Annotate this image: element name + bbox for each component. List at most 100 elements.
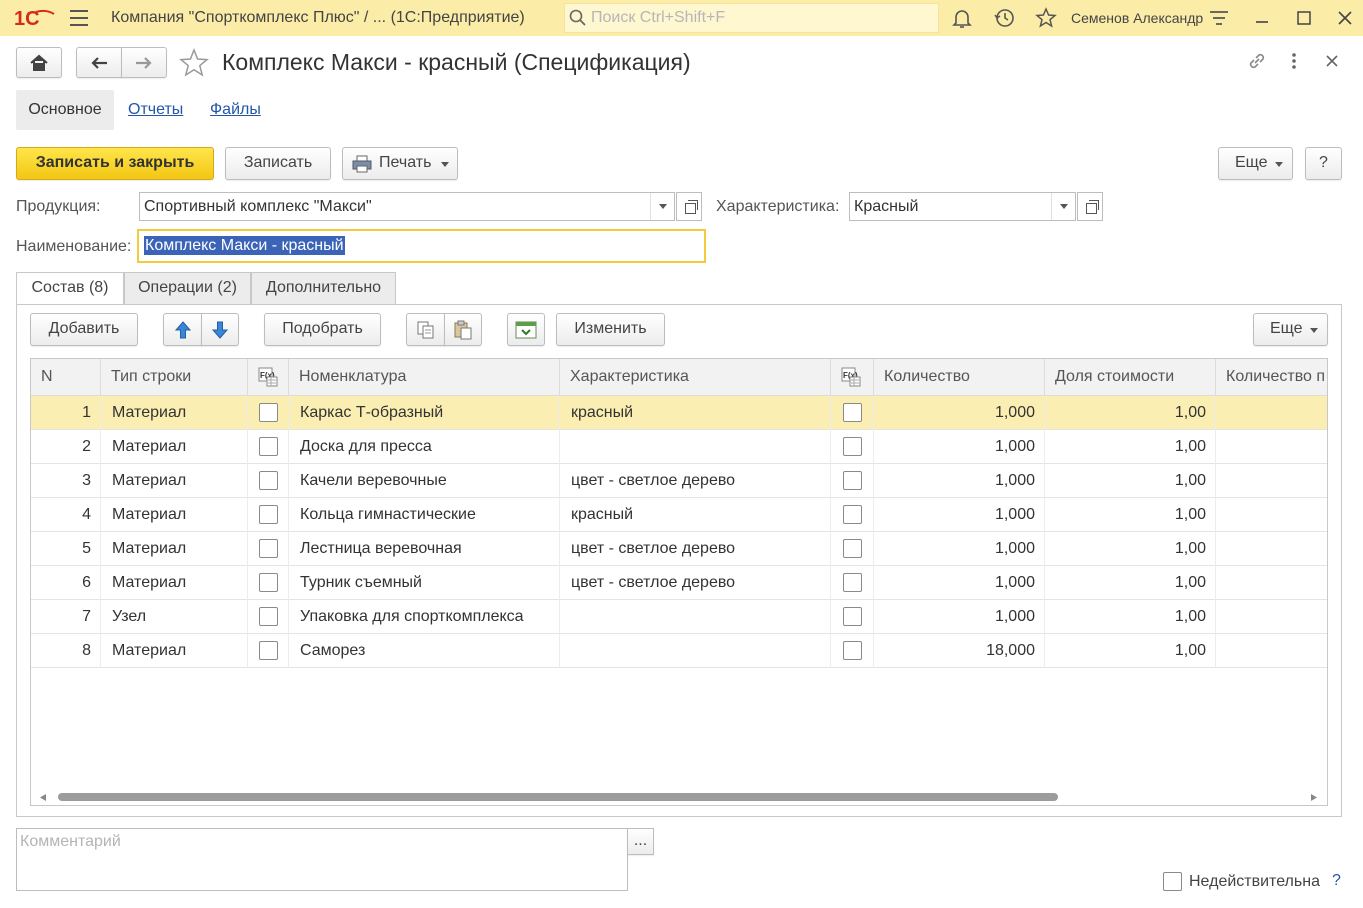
- row-nomenclature[interactable]: Каркас Т-образный: [300, 396, 555, 429]
- name-input[interactable]: Комплекс Макси - красный: [137, 229, 706, 263]
- row-nomenclature[interactable]: Турник съемный: [300, 566, 555, 599]
- row-checkbox-1[interactable]: [259, 573, 278, 592]
- row-type[interactable]: Материал: [112, 498, 242, 531]
- row-nomenclature[interactable]: Упаковка для спорткомплекса: [300, 600, 555, 633]
- link-icon[interactable]: [1246, 50, 1268, 72]
- add-row-button[interactable]: Добавить: [30, 313, 138, 346]
- col-n[interactable]: N: [31, 359, 101, 396]
- table-row[interactable]: 6 Материал Турник съемный цвет - светлое де…: [31, 566, 1327, 600]
- row-cost-share[interactable]: 1,00: [1045, 430, 1206, 463]
- characteristic-field[interactable]: Красный: [849, 192, 1076, 221]
- product-open-icon[interactable]: [676, 192, 702, 221]
- row-nomenclature[interactable]: Лестница веревочная: [300, 532, 555, 565]
- row-type[interactable]: Узел: [112, 600, 242, 633]
- back-button[interactable]: [76, 47, 122, 78]
- row-checkbox-1[interactable]: [259, 403, 278, 422]
- row-characteristic[interactable]: цвет - светлое дерево: [571, 566, 826, 599]
- row-checkbox-2[interactable]: [843, 607, 862, 626]
- row-quantity[interactable]: 1,000: [874, 464, 1035, 497]
- characteristic-open-icon[interactable]: [1077, 192, 1103, 221]
- row-quantity[interactable]: 1,000: [874, 396, 1035, 429]
- row-characteristic[interactable]: [571, 634, 826, 667]
- favorite-star-icon[interactable]: [178, 47, 210, 79]
- 1c-logo-icon[interactable]: 1С: [14, 6, 56, 30]
- paste-button[interactable]: [444, 313, 482, 346]
- scroll-left-icon[interactable]: [40, 794, 46, 801]
- row-characteristic[interactable]: [571, 600, 826, 633]
- row-checkbox-1[interactable]: [259, 607, 278, 626]
- composition-table[interactable]: N Тип строки F(x) Номенклатура Характери…: [30, 358, 1328, 806]
- row-type[interactable]: Материал: [112, 464, 242, 497]
- row-checkbox-2[interactable]: [843, 539, 862, 558]
- row-quantity[interactable]: 1,000: [874, 566, 1035, 599]
- copy-button[interactable]: [406, 313, 445, 346]
- row-checkbox-2[interactable]: [843, 573, 862, 592]
- col-quantity[interactable]: Количество: [874, 359, 1045, 396]
- row-checkbox-2[interactable]: [843, 505, 862, 524]
- row-cost-share[interactable]: 1,00: [1045, 600, 1206, 633]
- row-quantity-p[interactable]: [1216, 600, 1327, 633]
- row-checkbox-2[interactable]: [843, 437, 862, 456]
- row-quantity[interactable]: 1,000: [874, 532, 1035, 565]
- row-checkbox-1[interactable]: [259, 471, 278, 490]
- row-type[interactable]: Материал: [112, 634, 242, 667]
- col-nomenclature[interactable]: Номенклатура: [289, 359, 560, 396]
- row-quantity-p[interactable]: [1216, 464, 1327, 497]
- scroll-right-icon[interactable]: [1311, 794, 1317, 801]
- notifications-bell-icon[interactable]: [950, 6, 974, 30]
- table-row[interactable]: 1 Материал Каркас Т-образный красный 1,000 1,…: [31, 396, 1327, 430]
- invalid-help-link[interactable]: ?: [1332, 872, 1341, 890]
- row-type[interactable]: Материал: [112, 430, 242, 463]
- row-nomenclature[interactable]: Кольца гимнастические: [300, 498, 555, 531]
- help-button[interactable]: ?: [1305, 147, 1342, 180]
- invalid-checkbox[interactable]: [1163, 872, 1182, 891]
- maximize-icon[interactable]: [1292, 6, 1316, 30]
- nav-tab-files[interactable]: Файлы: [210, 101, 261, 119]
- table-row[interactable]: 5 Материал Лестница веревочная цвет - светл…: [31, 532, 1327, 566]
- global-search-input[interactable]: Поиск Ctrl+Shift+F: [564, 3, 939, 33]
- row-cost-share[interactable]: 1,00: [1045, 532, 1206, 565]
- move-down-button[interactable]: [201, 313, 239, 346]
- row-cost-share[interactable]: 1,00: [1045, 464, 1206, 497]
- row-checkbox-1[interactable]: [259, 437, 278, 456]
- table-row[interactable]: 4 Материал Кольца гимнастические красный 1,0…: [31, 498, 1327, 532]
- row-characteristic[interactable]: цвет - светлое дерево: [571, 532, 826, 565]
- characteristic-dropdown-icon[interactable]: [1051, 193, 1075, 220]
- row-type[interactable]: Материал: [112, 566, 242, 599]
- row-nomenclature[interactable]: Саморез: [300, 634, 555, 667]
- forward-button[interactable]: [121, 47, 167, 78]
- row-quantity-p[interactable]: [1216, 498, 1327, 531]
- table-row[interactable]: 8 Материал Саморез 18,000 1,00: [31, 634, 1327, 668]
- row-quantity-p[interactable]: [1216, 430, 1327, 463]
- row-checkbox-2[interactable]: [843, 471, 862, 490]
- move-up-button[interactable]: [163, 313, 202, 346]
- row-nomenclature[interactable]: Доска для пресса: [300, 430, 555, 463]
- col-row-type[interactable]: Тип строки: [101, 359, 248, 396]
- history-clock-icon[interactable]: [993, 6, 1017, 30]
- row-characteristic[interactable]: красный: [571, 498, 826, 531]
- row-quantity[interactable]: 18,000: [874, 634, 1035, 667]
- close-app-icon[interactable]: [1333, 6, 1357, 30]
- product-dropdown-icon[interactable]: [650, 193, 674, 220]
- row-checkbox-2[interactable]: [843, 641, 862, 660]
- tab-operations[interactable]: Операции (2): [124, 272, 251, 305]
- save-button[interactable]: Записать: [225, 147, 331, 180]
- settings-menu-icon[interactable]: [1207, 6, 1231, 30]
- save-and-close-button[interactable]: Записать и закрыть: [16, 147, 214, 180]
- row-quantity-p[interactable]: [1216, 396, 1327, 429]
- row-quantity[interactable]: 1,000: [874, 600, 1035, 633]
- main-menu-icon[interactable]: [70, 10, 88, 26]
- table-row[interactable]: 3 Материал Качели веревочные цвет - светлое…: [31, 464, 1327, 498]
- row-quantity[interactable]: 1,000: [874, 498, 1035, 531]
- col-cost-share[interactable]: Доля стоимости: [1045, 359, 1216, 396]
- col-fx-2[interactable]: F(x): [831, 359, 874, 396]
- home-button[interactable]: [16, 47, 62, 78]
- row-nomenclature[interactable]: Качели веревочные: [300, 464, 555, 497]
- row-type[interactable]: Материал: [112, 532, 242, 565]
- change-button[interactable]: Изменить: [556, 313, 665, 346]
- row-cost-share[interactable]: 1,00: [1045, 634, 1206, 667]
- more-actions-icon[interactable]: [1284, 50, 1304, 72]
- favorites-star-icon[interactable]: [1034, 6, 1058, 30]
- row-checkbox-1[interactable]: [259, 505, 278, 524]
- row-checkbox-2[interactable]: [843, 403, 862, 422]
